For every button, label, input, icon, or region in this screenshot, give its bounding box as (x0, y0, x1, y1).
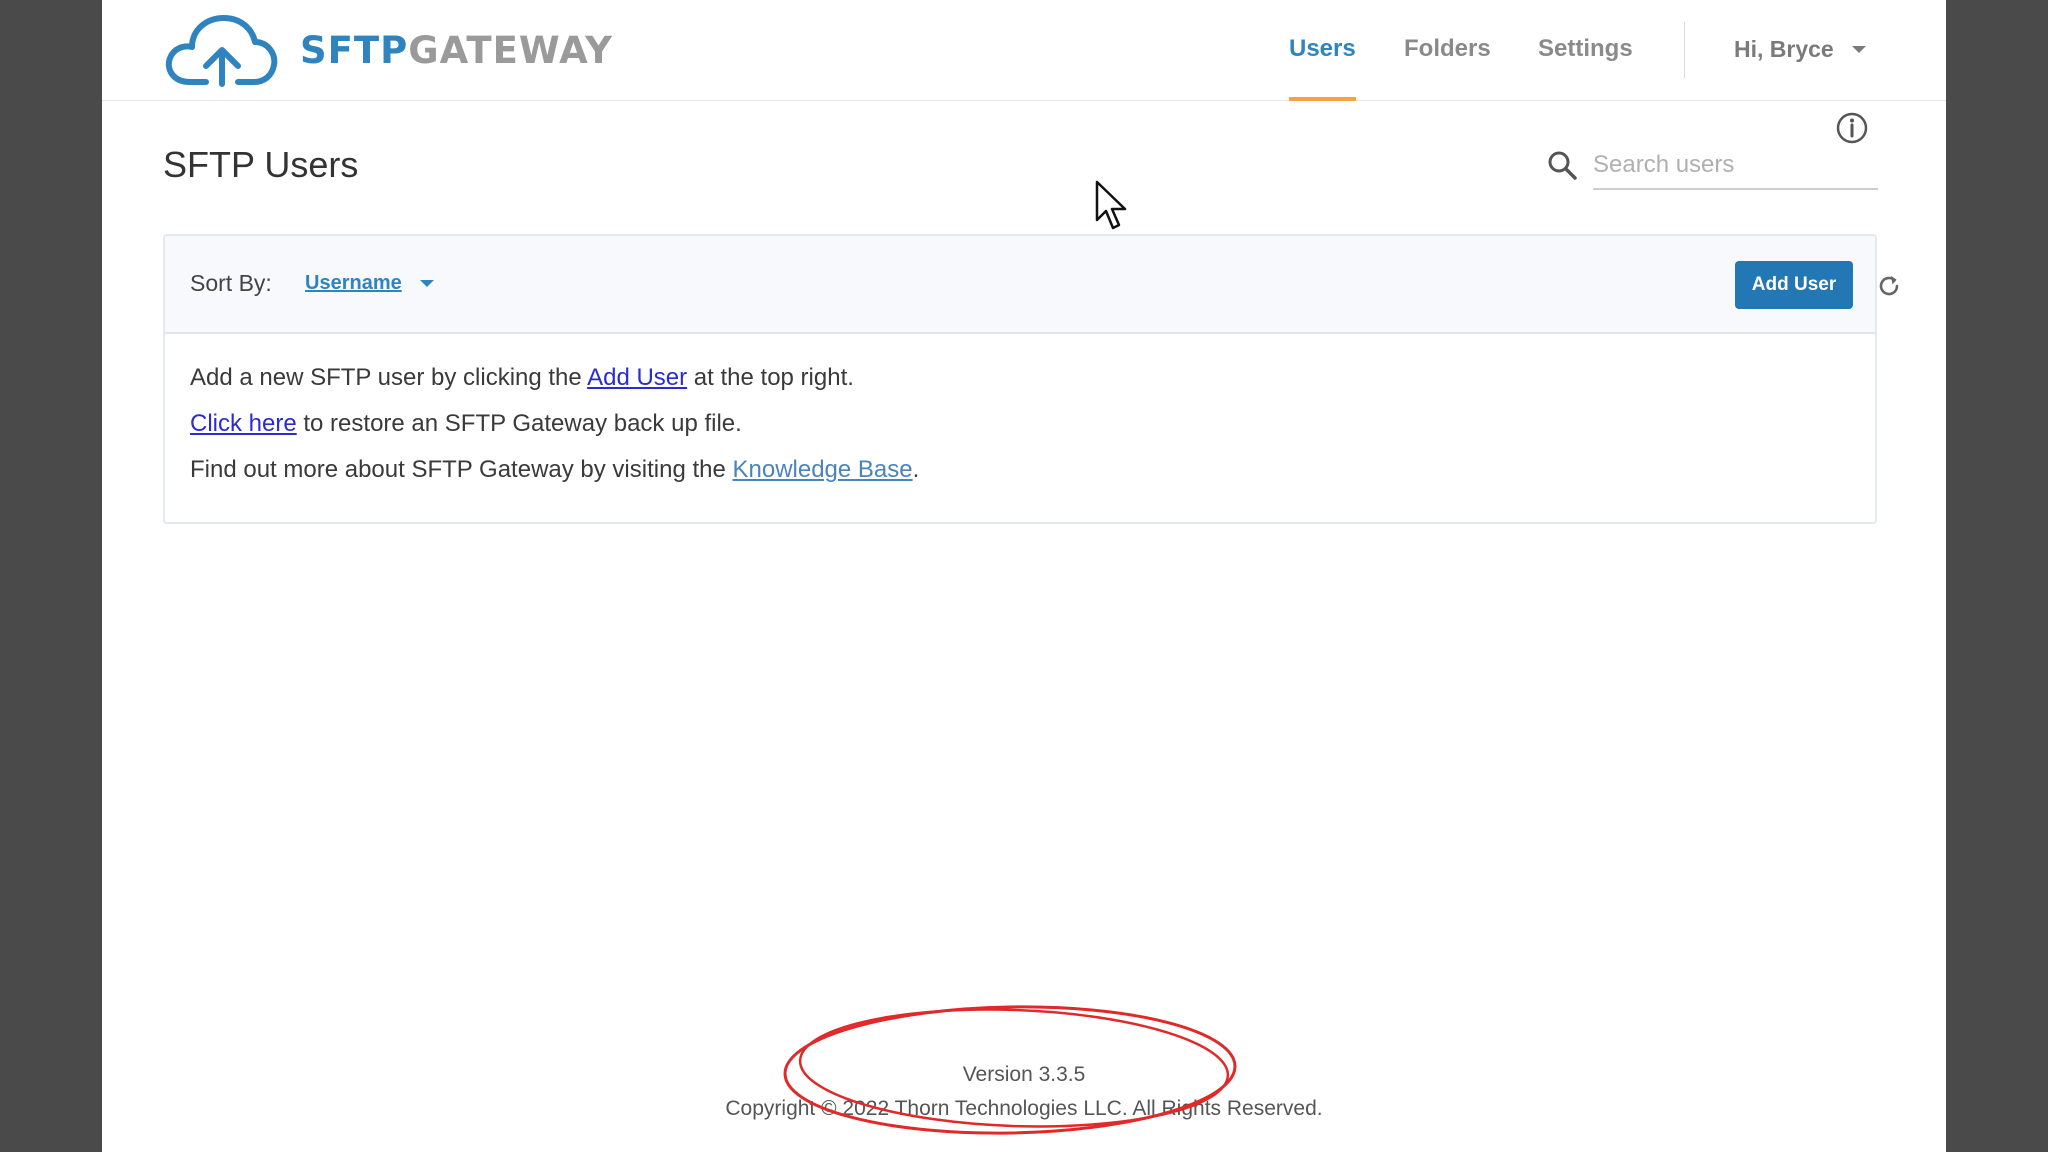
knowledge-base-hint: Find out more about SFTP Gateway by visi… (190, 456, 919, 484)
chevron-down-icon (1851, 45, 1866, 53)
hint-text: at the top right. (687, 364, 854, 391)
add-user-link[interactable]: Add User (587, 364, 687, 391)
brand-name-part2: GATEWAY (408, 28, 613, 72)
knowledge-base-link[interactable]: Knowledge Base (732, 456, 912, 483)
card-toolbar: Sort By: Username Add User (165, 236, 1899, 334)
hint-text: Add a new SFTP user by clicking the (190, 364, 588, 391)
copyright-text: Copyright © 2022 Thorn Technologies LLC.… (725, 1097, 1323, 1120)
search-input[interactable] (1593, 142, 1878, 190)
search-icon (1548, 151, 1577, 180)
top-header: SFTPGATEWAY Users Folders Settings Hi, B… (102, 0, 1946, 101)
users-card: Sort By: Username Add User Add a new SFT… (163, 234, 1899, 524)
sort-label: Sort By: (190, 270, 272, 296)
sort-dropdown[interactable]: Username (305, 272, 434, 295)
mouse-cursor-icon (1095, 180, 1127, 230)
add-user-button[interactable]: Add User (1735, 261, 1853, 309)
cloud-upload-icon (165, 15, 278, 87)
tab-users[interactable]: Users (1289, 0, 1356, 101)
add-user-hint: Add a new SFTP user by clicking the Add … (190, 364, 854, 392)
nav-divider (1684, 22, 1685, 78)
info-icon[interactable] (1835, 111, 1869, 145)
hint-text: . (912, 456, 920, 483)
brand-name-part1: SFTP (300, 28, 409, 72)
tab-folders[interactable]: Folders (1404, 0, 1491, 101)
sort-value: Username (305, 272, 402, 294)
tab-settings[interactable]: Settings (1538, 0, 1633, 101)
sftp-gateway-logo[interactable]: SFTPGATEWAY (162, 10, 613, 90)
restore-hint: Click here to restore an SFTP Gateway ba… (190, 410, 742, 438)
user-menu[interactable]: Hi, Bryce (1734, 0, 1866, 98)
hint-text: Find out more about SFTP Gateway by visi… (190, 456, 733, 483)
user-greeting: Hi, Bryce (1734, 35, 1834, 62)
click-here-link[interactable]: Click here (190, 410, 297, 437)
caret-down-icon (419, 280, 434, 287)
hint-text: to restore an SFTP Gateway back up file. (296, 410, 742, 437)
refresh-icon[interactable] (1876, 273, 1902, 299)
version-text: Version 3.3.5 (962, 1063, 1086, 1086)
brand-name: SFTPGATEWAY (300, 29, 613, 72)
app-window: SFTPGATEWAY Users Folders Settings Hi, B… (102, 0, 1946, 1152)
page-title: SFTP Users (163, 144, 359, 185)
